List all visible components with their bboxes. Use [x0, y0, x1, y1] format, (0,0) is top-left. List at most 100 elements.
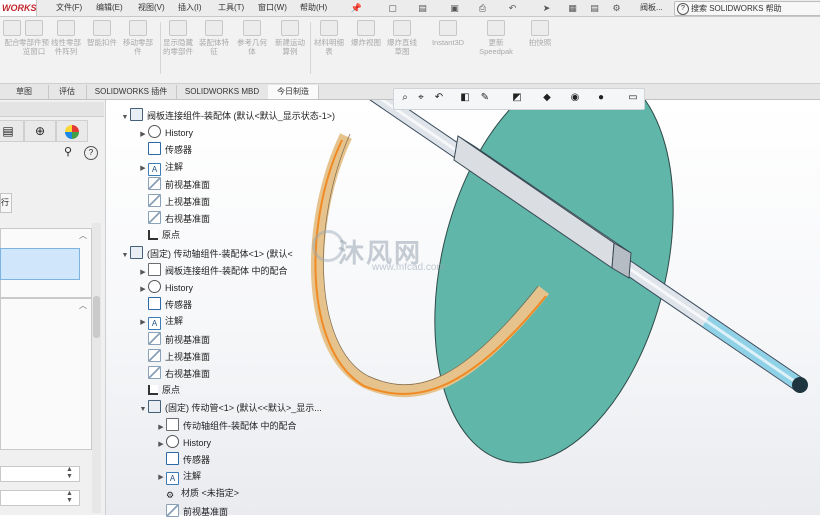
save-icon[interactable]: ▣ — [446, 1, 463, 16]
chevron-right-icon[interactable]: ▶ — [138, 282, 148, 297]
solidworks-logo[interactable]: WORKS — [0, 0, 37, 16]
display-monitor-icon[interactable]: ▭ — [626, 91, 640, 105]
menu-edit[interactable]: 编辑(E) — [96, 0, 123, 16]
selection-list[interactable] — [0, 248, 80, 280]
tree-node[interactable]: 上视基准面 — [138, 194, 210, 209]
tab-made-today[interactable]: 今日制造 — [268, 85, 319, 99]
panel-scrollbar-thumb[interactable] — [93, 296, 100, 338]
update-speedpak-button[interactable]: 更新 Speedpak — [476, 20, 516, 56]
appearance-icon[interactable]: ● — [594, 91, 608, 105]
tree-node[interactable]: 前视基准面 — [138, 331, 210, 347]
chevron-down-icon[interactable]: ▼ — [120, 248, 130, 263]
spinner-icon[interactable]: ▲ ▼ — [66, 490, 78, 504]
chevron-down-icon[interactable]: ▼ — [120, 110, 130, 125]
tree-node[interactable]: 传感器 — [156, 452, 210, 467]
smart-fasteners-button[interactable]: 智能扣件 — [86, 20, 118, 47]
tab-solidworks-addins[interactable]: SOLIDWORKS 插件 — [86, 85, 177, 99]
tree-node-label: 右视基准面 — [165, 214, 211, 225]
pin-icon[interactable]: 📌 — [348, 1, 365, 16]
new-document-icon[interactable]: ▢ — [384, 1, 401, 16]
options-gear-icon[interactable]: ⚙ — [608, 1, 625, 16]
chevron-right-icon[interactable]: ▶ — [156, 420, 166, 435]
collapse-chevron-icon[interactable]: ︿ — [79, 230, 89, 240]
tree-node[interactable]: 传感器 — [138, 142, 192, 157]
tree-node[interactable]: ▶ History — [156, 434, 211, 452]
tree-node[interactable]: 原点 — [138, 228, 180, 243]
tree-node[interactable]: ▼ (固定) 传动轴组件-装配体<1> (默认< — [120, 245, 293, 263]
tree-node[interactable]: 前视基准面 — [138, 176, 210, 192]
chevron-right-icon[interactable]: ▶ — [138, 127, 148, 142]
hide-show-icon[interactable]: ◉ — [568, 91, 582, 105]
camera-icon — [531, 20, 549, 36]
tree-node[interactable]: ⚙ 材质 <未指定> — [156, 486, 239, 501]
chevron-right-icon[interactable]: ▶ — [138, 315, 148, 330]
tree-node[interactable]: ▶ 传动轴组件-装配体 中的配合 — [156, 417, 297, 435]
tree-node[interactable]: ▶ A 注解 — [156, 469, 201, 486]
tree-node[interactable]: ▶ History — [138, 280, 193, 295]
tree-node[interactable]: 右视基准面 — [138, 211, 210, 226]
tree-node[interactable]: 上视基准面 — [138, 348, 210, 364]
spinner-icon[interactable]: ▲ ▼ — [66, 466, 78, 480]
move-component-button[interactable]: 移动零部件 — [122, 20, 154, 56]
tab-evaluate[interactable]: 评估 — [48, 85, 87, 99]
assembly-features-button[interactable]: 装配体特征 — [198, 20, 230, 56]
print-icon[interactable]: ⎙ — [474, 1, 491, 16]
dynamic-annotation-icon[interactable]: ✎ — [478, 91, 492, 105]
chevron-right-icon[interactable]: ▶ — [138, 265, 148, 280]
instant3d-button[interactable]: Instant3D — [428, 20, 468, 47]
panel-collapsed-tab[interactable]: 行 — [0, 193, 12, 213]
rebuild-icon[interactable]: ▦ — [564, 1, 581, 16]
menu-view[interactable]: 视图(V) — [138, 0, 165, 16]
menu-help[interactable]: 帮助(H) — [300, 0, 327, 16]
tree-node[interactable]: 右视基准面 — [138, 366, 210, 381]
tab-sketch[interactable]: 草图 — [0, 85, 49, 99]
open-icon[interactable]: ▤ — [414, 1, 431, 16]
menu-tools[interactable]: 工具(T) — [218, 0, 244, 16]
undo-icon[interactable]: ↶ — [504, 1, 521, 16]
linear-pattern-button[interactable]: 线性零部件阵列 — [50, 20, 82, 56]
chevron-down-icon[interactable]: ▼ — [138, 402, 148, 417]
help-icon[interactable]: ? — [84, 146, 98, 160]
collapse-chevron-icon[interactable]: ︿ — [79, 300, 89, 310]
menu-file[interactable]: 文件(F) — [56, 0, 82, 16]
help-search-input[interactable]: ? 搜索 SOLIDWORKS 帮助 — [674, 1, 820, 16]
tree-node[interactable]: ▼ (固定) 传动管<1> (默认<<默认>_显示... — [138, 400, 322, 415]
chevron-right-icon[interactable]: ▶ — [138, 161, 148, 176]
tree-node[interactable]: 前视基准面 — [156, 503, 229, 519]
view-orientation-icon[interactable]: ◩ — [510, 91, 524, 105]
bom-button[interactable]: 材料明细表 — [313, 20, 345, 56]
tree-node[interactable]: ▶ A 注解 — [138, 160, 183, 176]
appearance-tab[interactable] — [56, 120, 88, 142]
zoom-area-icon[interactable]: ⌖ — [414, 91, 428, 105]
show-hidden-button[interactable]: 显示隐藏的零部件 — [162, 20, 194, 56]
component-preview-button[interactable]: 零部件预览窗口 — [18, 20, 50, 56]
tree-node[interactable]: ▶ A 注解 — [138, 314, 183, 331]
take-snapshot-button[interactable]: 拍快照 — [524, 20, 556, 47]
property-manager-tab[interactable]: ▤ — [0, 120, 24, 142]
chevron-right-icon[interactable]: ▶ — [156, 470, 166, 485]
tree-node-label: 前视基准面 — [183, 506, 229, 517]
pin-panel-icon[interactable]: ⚲ — [64, 146, 77, 159]
tree-node[interactable]: 传感器 — [138, 297, 192, 312]
explode-line-sketch-button[interactable]: 爆炸直线草图 — [386, 20, 418, 56]
new-motion-study-button[interactable]: 新建运动算例 — [274, 20, 306, 56]
exploded-view-button[interactable]: 爆炸视图 — [350, 20, 382, 47]
file-properties-icon[interactable]: ▤ — [586, 1, 603, 16]
menu-window[interactable]: 窗口(W) — [258, 0, 287, 16]
select-icon[interactable]: ➤ — [538, 1, 555, 16]
panel-scrollbar[interactable] — [92, 223, 101, 513]
speedpak-icon — [487, 20, 505, 36]
chevron-right-icon[interactable]: ▶ — [156, 437, 166, 452]
dimxpert-tab[interactable]: ⊕ — [24, 120, 56, 142]
tree-node[interactable]: ▶ 阀板连接组件-装配体 中的配合 — [138, 262, 288, 280]
tree-node[interactable]: ▼ 阀板连接组件-装配体 (默认<默认_显示状态-1>) — [120, 108, 335, 123]
tree-node[interactable]: 原点 — [138, 383, 180, 398]
display-style-icon[interactable]: ◆ — [540, 91, 554, 105]
zoom-to-fit-icon[interactable]: ⌕ — [398, 91, 412, 105]
previous-view-icon[interactable]: ↶ — [432, 91, 446, 105]
tab-solidworks-mbd[interactable]: SOLIDWORKS MBD — [176, 85, 269, 99]
tree-node[interactable]: ▶ History — [138, 125, 193, 140]
section-view-icon[interactable]: ◧ — [458, 91, 472, 105]
menu-insert[interactable]: 插入(I) — [178, 0, 202, 16]
reference-geometry-button[interactable]: 参考几何体 — [236, 20, 268, 56]
